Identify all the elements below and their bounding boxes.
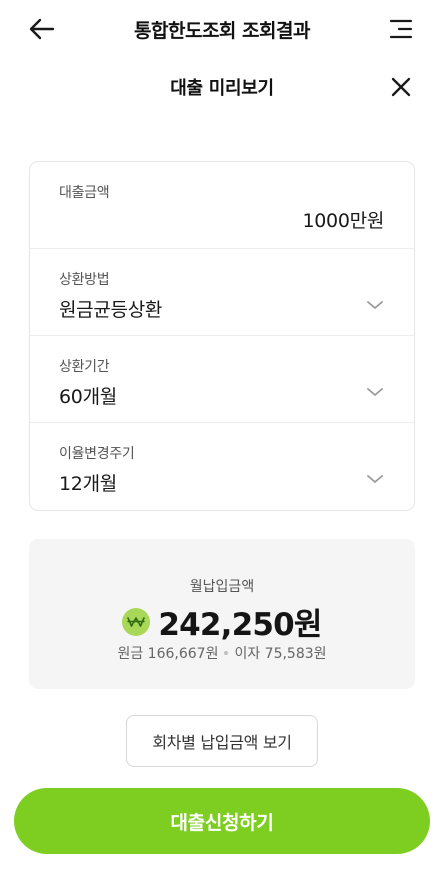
repayment-period-label: 상환기간 — [59, 359, 110, 375]
loan-amount-row[interactable]: 대출금액 1000만원 — [30, 162, 414, 249]
chevron-down-icon — [367, 301, 383, 309]
view-schedule-button[interactable]: 회차별 납입금액 보기 — [126, 715, 318, 767]
sheet-header: 대출 미리보기 — [0, 64, 444, 110]
interest-amount: 이자 75,583원 — [234, 646, 327, 662]
chevron-down-icon — [367, 388, 383, 396]
menu-icon — [389, 19, 413, 39]
monthly-payment-summary: 월납입금액 242,250원 원금 166,667원 이자 75,583원 — [29, 539, 415, 689]
payment-breakdown: 원금 166,667원 이자 75,583원 — [29, 643, 415, 663]
principal-amount: 원금 166,667원 — [117, 646, 219, 662]
close-icon — [391, 77, 411, 97]
chevron-down-icon — [367, 475, 383, 483]
repayment-period-value: 60개월 — [59, 386, 117, 408]
monthly-payment-label: 월납입금액 — [189, 579, 255, 595]
rate-change-cycle-select[interactable]: 이율변경주기 12개월 — [30, 423, 414, 510]
loan-amount-value[interactable]: 1000만원 — [302, 206, 384, 233]
monthly-payment-amount: 242,250원 — [158, 607, 322, 643]
rate-change-cycle-value: 12개월 — [59, 473, 117, 495]
top-nav: 통합한도조회 조회결과 — [0, 0, 444, 58]
repayment-method-value: 원금균등상환 — [59, 299, 163, 321]
won-coin-icon — [122, 607, 151, 636]
separator-dot — [224, 651, 229, 655]
close-button[interactable] — [386, 72, 416, 102]
loan-form-card: 대출금액 1000만원 상환방법 원금균등상환 상환기간 60개월 이율변경주기… — [29, 161, 415, 511]
loan-amount-label: 대출금액 — [59, 185, 110, 201]
repayment-method-select[interactable]: 상환방법 원금균등상환 — [30, 249, 414, 336]
repayment-period-select[interactable]: 상환기간 60개월 — [30, 336, 414, 423]
rate-change-cycle-label: 이율변경주기 — [59, 446, 135, 462]
sheet-title: 대출 미리보기 — [170, 78, 274, 99]
repayment-method-label: 상환방법 — [59, 272, 110, 288]
monthly-payment-line: 242,250원 — [29, 599, 415, 644]
page-title: 통합한도조회 조회결과 — [134, 20, 310, 42]
menu-button[interactable] — [386, 16, 416, 42]
apply-loan-button[interactable]: 대출신청하기 — [14, 788, 430, 854]
